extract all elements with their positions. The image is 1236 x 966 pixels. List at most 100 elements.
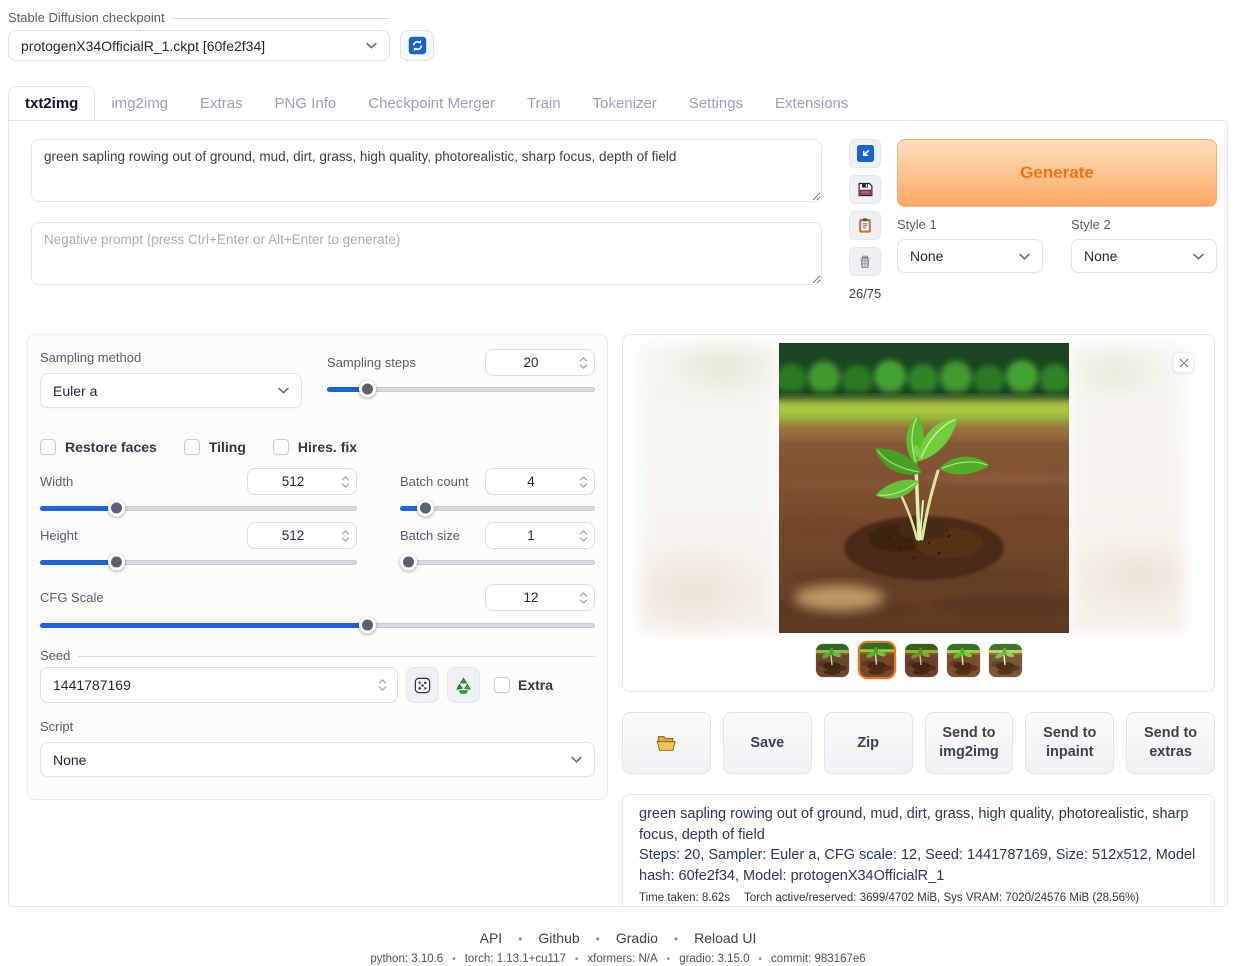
refresh-checkpoints-button[interactable] (400, 30, 434, 61)
size-column: Width (40, 468, 357, 569)
spinner-up-icon (341, 476, 350, 481)
checkpoint-dropdown[interactable]: protogenX34OfficialR_1.ckpt [60fe2f34] (8, 30, 390, 61)
batch-count-slider[interactable] (400, 503, 595, 515)
gallery-thumbnail-4[interactable] (947, 644, 980, 677)
floppy-disk-icon (857, 181, 874, 198)
tab-train[interactable]: Train (511, 86, 577, 120)
style1-dropdown[interactable]: None (897, 239, 1043, 273)
footer-link-api[interactable]: API (480, 930, 539, 946)
torch-version: torch: 1.13.1+cu117 (465, 953, 588, 965)
style2-dropdown[interactable]: None (1071, 239, 1217, 273)
cfg-slider-knob[interactable] (359, 617, 376, 634)
footer-link-github[interactable]: Github (538, 930, 615, 946)
batch-size-label: Batch size (400, 528, 460, 543)
send-to-extras-button[interactable]: Send to extras (1126, 712, 1215, 774)
spinner-up-icon (579, 530, 588, 535)
height-spinner[interactable] (338, 523, 352, 548)
tab-tokenizer[interactable]: Tokenizer (577, 86, 673, 120)
save-button[interactable]: Save (723, 712, 812, 774)
generated-image[interactable] (779, 343, 1069, 633)
gallery-thumbnails (623, 641, 1214, 679)
spinner-up-icon (579, 357, 588, 362)
steps-spinner[interactable] (576, 350, 590, 375)
height-slider-knob[interactable] (108, 554, 125, 571)
footer-link-reload-ui[interactable]: Reload UI (694, 930, 756, 946)
seed-label: Seed (40, 648, 70, 663)
height-input-box (247, 522, 357, 549)
gallery-thumbnail-1[interactable] (816, 644, 849, 677)
python-version: python: 3.10.6 (370, 953, 464, 965)
stable-diffusion-webui: Stable Diffusion checkpoint protogenX34O… (0, 0, 1236, 966)
generate-column: Generate Style 1 None Style 2 None (897, 139, 1217, 301)
label-line (173, 18, 390, 19)
gallery-thumbnail-3[interactable] (905, 644, 938, 677)
tab-checkpoint-merger[interactable]: Checkpoint Merger (352, 86, 511, 120)
generate-button[interactable]: Generate (897, 139, 1217, 207)
send-to-inpaint-button[interactable]: Send to inpaint (1025, 712, 1114, 774)
apply-style-button[interactable] (849, 211, 881, 240)
tab-png-info[interactable]: PNG Info (259, 86, 353, 120)
sampler-dropdown[interactable]: Euler a (40, 373, 302, 408)
slider-fill (40, 623, 367, 628)
cfg-spinner[interactable] (576, 585, 590, 610)
spinner-up-icon (579, 476, 588, 481)
slider-fill (40, 506, 116, 511)
tab-extensions[interactable]: Extensions (759, 86, 864, 120)
spinner-down-icon (341, 483, 350, 488)
reuse-seed-button[interactable] (447, 667, 480, 703)
width-slider-knob[interactable] (108, 500, 125, 517)
batch-size-slider[interactable] (400, 557, 595, 569)
random-seed-button[interactable] (406, 667, 439, 703)
main-tabs: txt2img img2img Extras PNG Info Checkpoi… (8, 86, 1236, 120)
checkbox[interactable] (273, 439, 289, 455)
open-folder-button[interactable] (622, 712, 711, 774)
recycle-icon (454, 676, 473, 695)
tiling-checkbox[interactable]: Tiling (184, 439, 246, 455)
label-line (78, 656, 595, 657)
batch-count-spinner[interactable] (576, 469, 590, 494)
tab-txt2img[interactable]: txt2img (8, 86, 95, 120)
prompt-textarea[interactable]: green sapling rowing out of ground, mud,… (31, 139, 822, 202)
seed-spinner[interactable] (375, 668, 389, 702)
checkbox[interactable] (184, 439, 200, 455)
prompt-column: green sapling rowing out of ground, mud,… (31, 139, 822, 301)
paste-params-button[interactable] (849, 139, 881, 168)
footer-link-gradio[interactable]: Gradio (616, 930, 694, 946)
footer-links: API Github Gradio Reload UI (0, 930, 1236, 946)
steps-slider[interactable] (327, 384, 595, 396)
close-gallery-button[interactable] (1173, 352, 1194, 373)
width-slider[interactable] (40, 503, 357, 515)
restore-faces-label: Restore faces (65, 439, 157, 455)
gallery-thumbnail-5[interactable] (989, 644, 1022, 677)
batch-size-spinner[interactable] (576, 523, 590, 548)
trash-icon (857, 253, 873, 270)
chevron-down-icon (1019, 253, 1030, 260)
restore-faces-checkbox[interactable]: Restore faces (40, 439, 157, 455)
seed-input[interactable] (41, 668, 397, 702)
sampler-label: Sampling method (40, 350, 141, 365)
batch-count-slider-knob[interactable] (417, 500, 434, 517)
batch-size-input-box (485, 522, 595, 549)
chevron-down-icon (571, 756, 582, 763)
tab-settings[interactable]: Settings (673, 86, 759, 120)
gallery-thumbnail-2-selected[interactable] (858, 641, 896, 679)
zip-button[interactable]: Zip (824, 712, 913, 774)
extra-seed-checkbox[interactable]: Extra (494, 677, 553, 693)
save-style-button[interactable] (849, 175, 881, 204)
send-to-img2img-button[interactable]: Send to img2img (925, 712, 1014, 774)
batch-size-slider-knob[interactable] (400, 554, 417, 571)
negative-prompt-textarea[interactable] (31, 222, 822, 285)
gallery-neighbor-right (1069, 343, 1186, 633)
checkbox[interactable] (494, 677, 510, 693)
clear-prompt-button[interactable] (849, 247, 881, 276)
style1-value: None (910, 248, 943, 264)
steps-slider-knob[interactable] (359, 381, 376, 398)
width-spinner[interactable] (338, 469, 352, 494)
script-dropdown[interactable]: None (40, 742, 595, 777)
checkbox[interactable] (40, 439, 56, 455)
tab-img2img[interactable]: img2img (95, 86, 184, 120)
cfg-slider[interactable] (40, 620, 595, 632)
tab-extras[interactable]: Extras (184, 86, 259, 120)
hires-fix-checkbox[interactable]: Hires. fix (273, 439, 357, 455)
height-slider[interactable] (40, 557, 357, 569)
